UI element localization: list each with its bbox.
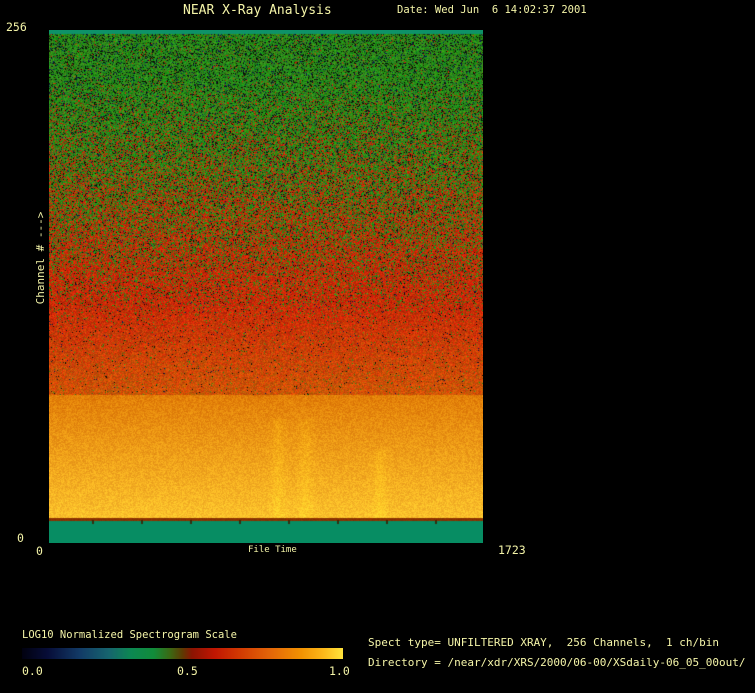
y-axis-min-label: 0 — [17, 532, 24, 545]
spectrogram-plot — [49, 30, 483, 543]
date-label: Date: Wed Jun 6 14:02:37 2001 — [397, 5, 587, 17]
spect-type-info: Spect type= UNFILTERED XRAY, 256 Channel… — [368, 637, 719, 649]
xray-analysis-screen: NEAR X-Ray Analysis Date: Wed Jun 6 14:0… — [0, 0, 755, 693]
y-axis-max-label: 256 — [6, 21, 27, 34]
spectrogram-canvas — [49, 30, 483, 543]
x-axis-max-label: 1723 — [498, 544, 526, 557]
colorbar-tick-2: 1.0 — [329, 665, 350, 678]
colorbar-gradient — [22, 648, 343, 659]
x-axis-min-label: 0 — [36, 545, 43, 558]
y-axis-title: Channel # ---> — [35, 212, 47, 305]
colorbar-title: LOG10 Normalized Spectrogram Scale — [22, 630, 237, 642]
colorbar-tick-0: 0.0 — [22, 665, 43, 678]
page-title: NEAR X-Ray Analysis — [183, 4, 332, 18]
x-axis-title: File Time — [248, 546, 297, 556]
directory-info: Directory = /near/xdr/XRS/2000/06-00/XSd… — [368, 657, 746, 669]
colorbar-tick-1: 0.5 — [177, 665, 198, 678]
